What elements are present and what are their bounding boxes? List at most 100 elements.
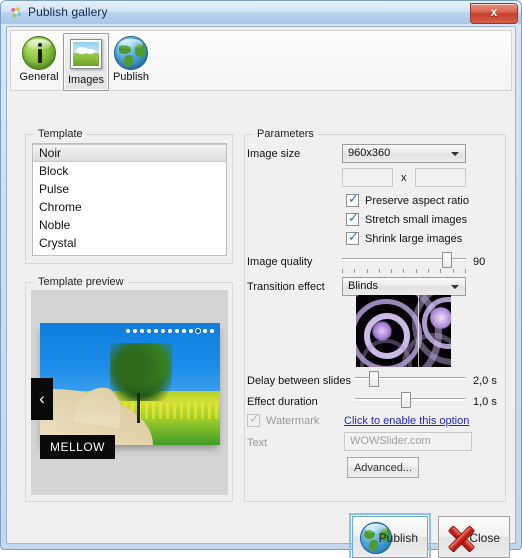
delay-between-slides-label: Delay between slides: [247, 375, 351, 387]
label-shrink-large-images: Shrink large images: [365, 233, 463, 245]
title-bar: Publish gallery x: [1, 1, 521, 24]
transition-effect-preview: [356, 295, 451, 367]
delay-between-slides-slider[interactable]: [355, 371, 466, 389]
preview-caption: MELLOW: [40, 435, 116, 459]
advanced-button[interactable]: Advanced...: [347, 457, 419, 478]
enable-watermark-link[interactable]: Click to enable this option: [344, 415, 469, 427]
image-quality-slider[interactable]: [342, 252, 466, 273]
checkbox-stretch-small-images[interactable]: ✓: [346, 210, 359, 226]
slider-tick: [378, 269, 380, 273]
list-item[interactable]: Noir: [33, 144, 226, 162]
toolbar-label-publish: Publish: [112, 71, 150, 83]
publish-button[interactable]: Publish: [349, 513, 431, 558]
bullet-dot[interactable]: [133, 329, 137, 333]
size-separator: x: [401, 172, 407, 184]
bullet-dot[interactable]: [126, 329, 130, 333]
slide-tree-trunk: [137, 393, 140, 423]
toolbar-item-general[interactable]: General: [17, 33, 61, 89]
list-item[interactable]: Block: [33, 162, 226, 180]
picture-icon: [69, 39, 103, 73]
watermark-label: Watermark: [266, 415, 320, 427]
close-icon: x: [490, 5, 498, 19]
toolbar-label-general: General: [19, 71, 59, 83]
transition-effect-select[interactable]: Blinds: [342, 277, 466, 296]
label-preserve-aspect-ratio: Preserve aspect ratio: [365, 195, 469, 207]
slide-bullet-dots[interactable]: [126, 329, 214, 333]
image-width-input[interactable]: [342, 168, 393, 187]
template-preview-area: ‹ › MELLOW: [31, 290, 228, 495]
image-size-select[interactable]: 960x360: [342, 144, 466, 163]
list-item[interactable]: Pulse: [33, 180, 226, 198]
slider-thumb[interactable]: [442, 252, 453, 268]
image-height-input[interactable]: [415, 168, 466, 187]
template-group-legend: Template: [34, 128, 87, 140]
label-stretch-small-images: Stretch small images: [365, 214, 468, 226]
preview-slide: [40, 323, 220, 445]
preview-prev-button[interactable]: ‹: [31, 378, 53, 420]
checkbox-preserve-aspect-ratio[interactable]: ✓: [346, 191, 359, 207]
image-size-value: 960x360: [348, 147, 391, 159]
bullet-dot[interactable]: [203, 329, 207, 333]
bullet-dot[interactable]: [161, 329, 165, 333]
globe-icon: [114, 36, 148, 70]
image-quality-value: 90: [473, 256, 486, 268]
check-icon: ✓: [348, 191, 359, 206]
window-title: Publish gallery: [28, 5, 108, 19]
checkbox-watermark[interactable]: ✓: [247, 411, 260, 427]
toolbar-item-publish[interactable]: Publish: [109, 33, 153, 89]
slider-tick: [415, 269, 417, 273]
info-globe-icon: [22, 36, 56, 70]
slider-thumb[interactable]: [401, 392, 412, 408]
bullet-dot[interactable]: [182, 329, 186, 333]
parameters-legend: Parameters: [253, 128, 318, 140]
bullet-dot[interactable]: [168, 329, 172, 333]
checkbox-shrink-large-images[interactable]: ✓: [346, 229, 359, 245]
check-icon: ✓: [348, 229, 359, 244]
publish-button-label: Publish: [378, 531, 418, 545]
slider-tick: [391, 269, 393, 273]
slider-tick: [428, 269, 430, 273]
watermark-text-input[interactable]: WOWSlider.com: [344, 432, 472, 451]
window-close-button[interactable]: x: [470, 3, 518, 24]
effect-duration-value: 1,0 s: [473, 396, 497, 408]
slider-thumb[interactable]: [369, 371, 380, 387]
list-item[interactable]: Noble: [33, 216, 226, 234]
bullet-dot[interactable]: [147, 329, 151, 333]
flower-icon: [11, 7, 22, 18]
image-size-label: Image size: [247, 148, 301, 160]
slider-tick: [342, 269, 343, 273]
delay-between-slides-value: 2,0 s: [473, 375, 497, 387]
effect-duration-label: Effect duration: [247, 396, 318, 408]
list-item[interactable]: Chrome: [33, 198, 226, 216]
effect-duration-slider[interactable]: [355, 392, 466, 410]
slider-tick: [403, 269, 405, 273]
transition-effect-label: Transition effect: [247, 281, 325, 293]
check-icon: ✓: [348, 210, 359, 225]
template-group: Template Noir Block Pulse Chrome Noble C…: [25, 128, 233, 264]
template-listbox[interactable]: Noir Block Pulse Chrome Noble Crystal: [32, 143, 227, 256]
slider-ticks: [342, 269, 466, 274]
bullet-dot[interactable]: [189, 329, 193, 333]
bullet-dot[interactable]: [175, 329, 179, 333]
slide-tree-crown: [110, 343, 172, 401]
watermark-text-value: WOWSlider.com: [350, 435, 431, 447]
close-button[interactable]: Close: [438, 516, 510, 558]
bullet-dot[interactable]: [196, 329, 200, 333]
toolbar-label-images: Images: [67, 74, 105, 86]
chevron-down-icon: [451, 152, 459, 156]
bullet-dot[interactable]: [154, 329, 158, 333]
close-button-label: Close: [469, 531, 500, 545]
slider-tick: [464, 269, 466, 273]
list-item[interactable]: Crystal: [33, 234, 226, 252]
transition-split-line: [418, 295, 419, 367]
check-icon: ✓: [249, 411, 260, 426]
toolbar-item-images[interactable]: Images: [63, 33, 109, 91]
slider-tick: [366, 269, 368, 273]
toolbar: General Images Publish: [10, 30, 512, 91]
watermark-text-label: Text: [247, 437, 268, 449]
slider-tick: [440, 269, 442, 273]
bullet-dot[interactable]: [140, 329, 144, 333]
slider-tick: [452, 269, 454, 273]
template-preview-legend: Template preview: [34, 276, 128, 288]
bullet-dot[interactable]: [210, 329, 214, 333]
